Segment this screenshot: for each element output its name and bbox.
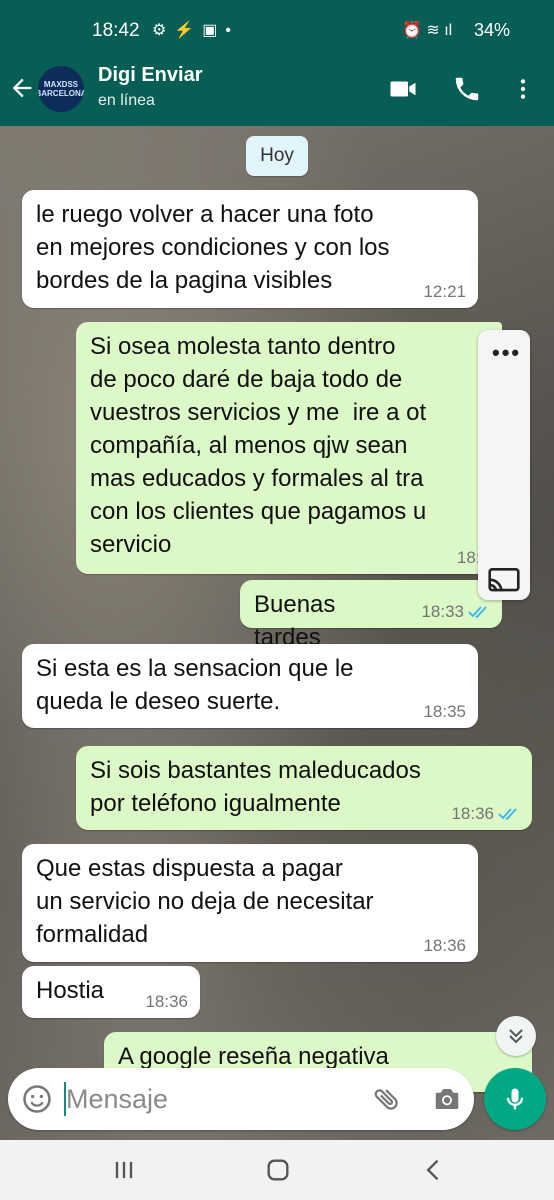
chat-area[interactable]: Hoy le ruego volver a hacer una foto en … (0, 126, 554, 1140)
alarm-wifi-signal-icons: ⏰ ≋ ıl (402, 22, 453, 39)
status-time: 18:42 (92, 20, 140, 41)
home-icon[interactable] (264, 1156, 292, 1184)
overlay-more-icon[interactable]: ••• (492, 340, 521, 366)
back-nav-icon[interactable] (420, 1156, 448, 1184)
chevron-double-down-icon (509, 1029, 523, 1044)
contact-name[interactable]: Digi Enviar (98, 64, 202, 87)
message-bubble[interactable]: Buenas tardes 18:33 (240, 580, 502, 651)
back-arrow-icon[interactable] (8, 74, 36, 102)
message-time: 18:36 (423, 936, 466, 955)
scroll-to-bottom-button[interactable] (496, 1016, 536, 1056)
message-time: 18:33 (421, 602, 464, 621)
message-text: Si esta es la sensacion que le queda le … (36, 655, 354, 715)
read-ticks-icon (498, 808, 517, 821)
more-options-icon[interactable] (510, 74, 536, 104)
contact-status: en línea (98, 92, 155, 109)
phone-call-icon[interactable] (452, 74, 482, 104)
message-time: 18:36 (451, 804, 494, 823)
read-ticks-icon (468, 606, 487, 619)
battery-level: 34% (474, 20, 511, 40)
message-composer (8, 1068, 474, 1130)
message-text: Si osea molesta tanto dentro de poco dar… (90, 333, 427, 558)
message-bubble[interactable]: Hostia 18:36 (22, 966, 200, 1018)
message-time: 18:36 (145, 992, 188, 1011)
message-bubble[interactable]: le ruego volver a hacer una foto en mejo… (22, 190, 478, 308)
message-time: 12:21 (423, 282, 466, 301)
message-time: 18:35 (423, 702, 466, 721)
message-bubble[interactable]: Si esta es la sensacion que le queda le … (22, 644, 478, 728)
video-call-icon[interactable] (388, 74, 418, 104)
recent-apps-icon[interactable] (110, 1156, 138, 1184)
cast-screen-icon[interactable] (488, 568, 520, 594)
message-bubble[interactable]: Si osea molesta tanto dentro de poco dar… (76, 322, 502, 574)
message-text: le ruego volver a hacer una foto en mejo… (36, 201, 390, 294)
message-bubble[interactable]: Que estas dispuesta a pagar un servicio … (22, 844, 478, 962)
message-input[interactable] (66, 1080, 346, 1118)
emoji-icon[interactable] (22, 1084, 52, 1114)
system-navigation-bar (0, 1140, 554, 1200)
message-bubble[interactable]: Si sois bastantes maleducados por teléfo… (76, 746, 532, 830)
date-chip: Hoy (246, 136, 308, 176)
floating-overlay-panel[interactable]: ••• (478, 330, 530, 600)
contact-avatar[interactable]: MAXDSS BARCELONA (38, 66, 84, 112)
microphone-icon (506, 1088, 524, 1110)
chat-header: MAXDSS BARCELONA Digi Enviar en línea (0, 62, 554, 126)
message-text: Que estas dispuesta a pagar un servicio … (36, 855, 374, 948)
notification-icons: ⚙⚡▣• (152, 22, 239, 39)
avatar-logo-text: MAXDSS BARCELONA (38, 80, 84, 98)
voice-message-button[interactable] (484, 1068, 546, 1130)
camera-icon[interactable] (432, 1084, 462, 1114)
status-bar: 18:42 ⚙⚡▣• ⏰ ≋ ıl 34% (0, 0, 554, 62)
attach-icon[interactable] (372, 1084, 402, 1114)
